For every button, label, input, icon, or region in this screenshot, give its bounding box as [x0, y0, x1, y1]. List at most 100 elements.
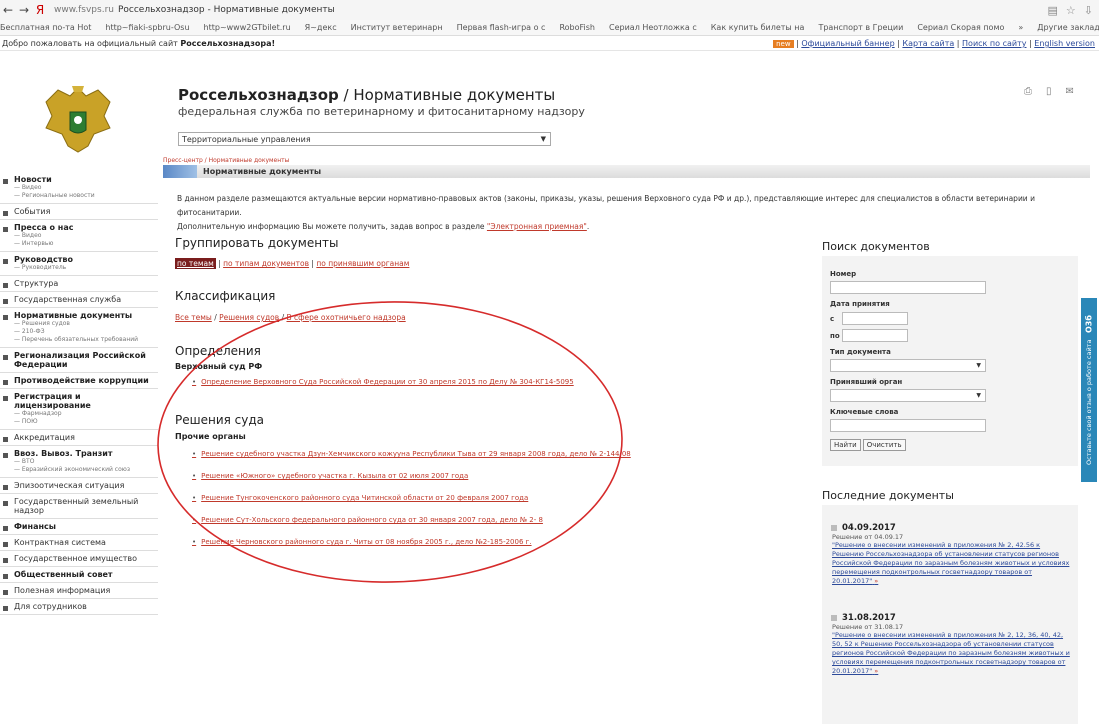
- sidebar-subitem[interactable]: — 210-ФЗ: [14, 328, 158, 336]
- latest-panel: 04.09.2017 Решение от 04.09.17 "Решение …: [822, 505, 1078, 724]
- search-buttons: Найти Очистить: [830, 439, 1070, 451]
- download-icon[interactable]: ⇩: [1084, 4, 1093, 17]
- sidebar-item[interactable]: Для сотрудников: [0, 599, 158, 615]
- bookmark-item[interactable]: Я~декс: [305, 23, 337, 32]
- sidebar-item[interactable]: Нормативные документы — Решения судов — 21…: [0, 308, 158, 348]
- group-heading: Группировать документы: [175, 236, 339, 250]
- address-bar[interactable]: www.fsvps.ru Россельхознадзор - Норматив…: [54, 5, 335, 15]
- sidebar-item-label: Структура: [14, 279, 59, 288]
- sidebar-subitem[interactable]: — Евразийский экономический союз: [14, 466, 158, 474]
- menu-icon[interactable]: ▤: [1048, 4, 1058, 17]
- group-by-organs[interactable]: по принявшим органам: [316, 259, 409, 268]
- other-bookmarks[interactable]: Другие закладки: [1037, 23, 1099, 32]
- sidebar-item[interactable]: События: [0, 204, 158, 220]
- bookmarks-bar: Бесплатная по-та Hot http~fiaki-spbru-Os…: [0, 20, 1099, 36]
- coat-of-arms-logo[interactable]: [40, 82, 116, 156]
- print-icon[interactable]: ⎙: [1024, 86, 1032, 97]
- latest-link-text: "Решение о внесении изменений в приложен…: [832, 541, 1070, 585]
- document-icon[interactable]: ▯: [1046, 86, 1052, 97]
- banner-link[interactable]: Официальный баннер: [801, 39, 894, 48]
- yandex-icon[interactable]: Я: [32, 3, 48, 17]
- date-to-row: по: [830, 329, 1070, 342]
- chevron-down-icon: ▼: [540, 135, 546, 143]
- bookmark-item[interactable]: Бесплатная по-та Hot: [0, 23, 91, 32]
- bookmark-item[interactable]: http~www2GTbilet.ru: [204, 23, 291, 32]
- bookmark-item[interactable]: Транспорт в Греции: [818, 23, 903, 32]
- sidebar-item[interactable]: Аккредитация: [0, 430, 158, 446]
- latest-link[interactable]: "Решение о внесении изменений в приложен…: [832, 631, 1072, 676]
- arrow-icon: »: [874, 667, 879, 675]
- number-input[interactable]: [830, 281, 986, 294]
- sidebar-item[interactable]: Регионализация Российской Федерации: [0, 348, 158, 373]
- sidebar-subitem[interactable]: — Решения судов: [14, 320, 158, 328]
- bookmark-item[interactable]: Институт ветеринарн: [351, 23, 443, 32]
- mail-icon[interactable]: ✉: [1066, 86, 1074, 97]
- bookmark-more[interactable]: »: [1018, 23, 1023, 32]
- date-to-label: по: [830, 331, 840, 340]
- bookmark-item[interactable]: http~fiaki-spbru-Osu: [105, 23, 189, 32]
- sidebar-item[interactable]: Государственное имущество: [0, 551, 158, 567]
- sidebar-subitem[interactable]: — Интервью: [14, 240, 158, 248]
- sidebar-item[interactable]: Противодействие коррупции: [0, 373, 158, 389]
- sidebar-item[interactable]: Руководство — Руководитель: [0, 252, 158, 276]
- sidebar-item[interactable]: Государственная служба: [0, 292, 158, 308]
- sidebar-item[interactable]: Государственный земельный надзор: [0, 494, 158, 519]
- sidebar-item-label: Государственный земельный надзор: [14, 497, 139, 515]
- sidebar-subitem[interactable]: — Видео: [14, 232, 158, 240]
- sidebar-item[interactable]: Полезная информация: [0, 583, 158, 599]
- reception-link[interactable]: "Электронная приемная": [487, 222, 587, 231]
- keywords-input[interactable]: [830, 419, 986, 432]
- sidebar-subitem[interactable]: — Перечень обязательных требований: [14, 336, 158, 344]
- section-swatch: [163, 165, 197, 178]
- date-to-input[interactable]: [842, 329, 908, 342]
- back-icon[interactable]: ←: [0, 3, 16, 17]
- bookmark-item[interactable]: Сериал Неотложка с: [609, 23, 697, 32]
- sidebar-item[interactable]: Ввоз. Вывоз. Транзит — ВТО — Евразийский э…: [0, 446, 158, 478]
- sidebar-subitem[interactable]: — Фармнадзор: [14, 410, 158, 418]
- date-from-input[interactable]: [842, 312, 908, 325]
- sidebar-item[interactable]: Эпизоотическая ситуация: [0, 478, 158, 494]
- welcome-bar: Добро пожаловать на официальный сайт Рос…: [0, 37, 1099, 51]
- english-link[interactable]: English version: [1034, 39, 1095, 48]
- doc-type-select[interactable]: ▼: [830, 359, 986, 372]
- group-by-themes[interactable]: по темам: [175, 258, 216, 269]
- latest-rel: Решение от 31.08.17: [832, 623, 904, 631]
- latest-link[interactable]: "Решение о внесении изменений в приложен…: [832, 541, 1072, 586]
- new-badge[interactable]: new: [773, 40, 794, 48]
- doc-type-label: Тип документа: [830, 348, 891, 356]
- region-select[interactable]: Территориальные управления ▼: [178, 132, 551, 146]
- bookmark-item[interactable]: RoboFish: [559, 23, 595, 32]
- find-button[interactable]: Найти: [830, 439, 861, 451]
- bookmark-item[interactable]: Первая flash-игра о с: [457, 23, 546, 32]
- sidebar-item[interactable]: Контрактная система: [0, 535, 158, 551]
- sidebar-subitem[interactable]: — ВТО: [14, 458, 158, 466]
- sidebar-item[interactable]: Пресса о нас — Видео — Интервью: [0, 220, 158, 252]
- star-icon[interactable]: ☆: [1066, 4, 1076, 17]
- sidebar-subitem[interactable]: — Руководитель: [14, 264, 158, 272]
- breadcrumb[interactable]: Пресс-центр / Нормативные документы: [163, 157, 289, 164]
- sidebar-subitem[interactable]: — ПОЮ: [14, 418, 158, 426]
- welcome-site: Россельхознадзора!: [180, 39, 276, 48]
- sidebar-item-label: Руководство: [14, 255, 73, 264]
- bookmark-item[interactable]: Сериал Скорая помо: [917, 23, 1004, 32]
- sidebar-item[interactable]: Регистрация и лицензирование — Фармнадзор…: [0, 389, 158, 430]
- sidebar-item-label: Государственная служба: [14, 295, 122, 304]
- latest-rel: Решение от 04.09.17: [832, 533, 904, 541]
- feedback-tab[interactable]: Оставьте свой отзыв о работе сайта О3б: [1081, 298, 1097, 482]
- sidebar-subitem[interactable]: — Видео: [14, 184, 158, 192]
- group-by-types[interactable]: по типам документов: [223, 259, 309, 268]
- sidebar-subitem[interactable]: — Региональные новости: [14, 192, 158, 200]
- arrow-icon: »: [874, 577, 879, 585]
- site-search-link[interactable]: Поиск по сайту: [962, 39, 1026, 48]
- sidebar-item[interactable]: Структура: [0, 276, 158, 292]
- sidebar-item[interactable]: Финансы: [0, 519, 158, 535]
- site-name: Россельхознадзор: [178, 86, 339, 104]
- annotation-ellipse: [157, 301, 623, 583]
- sitemap-link[interactable]: Карта сайта: [902, 39, 954, 48]
- sidebar-item[interactable]: Новости — Видео — Региональные новости: [0, 172, 158, 204]
- clear-button[interactable]: Очистить: [862, 439, 906, 451]
- organ-select[interactable]: ▼: [830, 389, 986, 402]
- sidebar-item[interactable]: Общественный совет: [0, 567, 158, 583]
- bookmark-item[interactable]: Как купить билеты на: [711, 23, 805, 32]
- forward-icon[interactable]: →: [16, 3, 32, 17]
